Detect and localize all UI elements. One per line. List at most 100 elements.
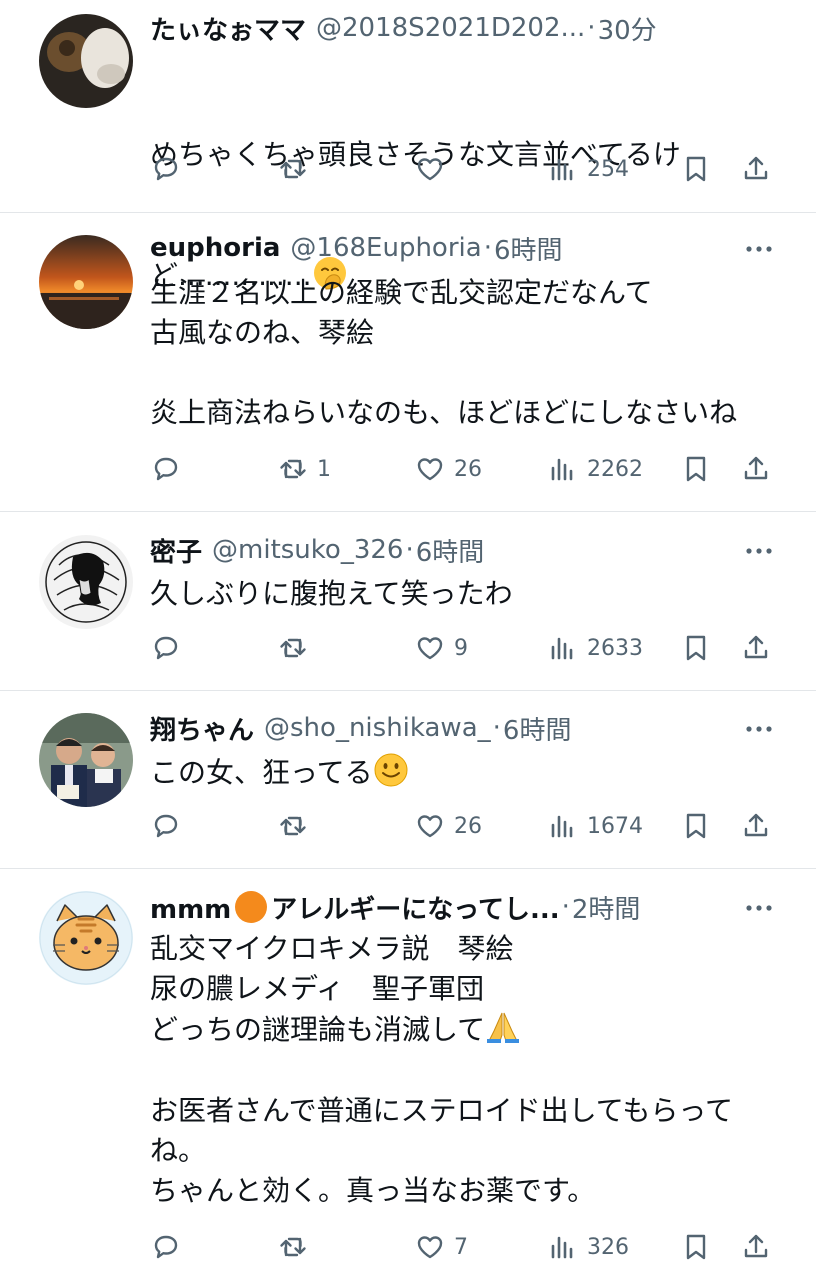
display-name[interactable]: mmm アレルギーになってし... <box>150 889 560 925</box>
more-options-button[interactable] <box>742 232 776 266</box>
heart-icon <box>417 815 443 838</box>
avatar[interactable] <box>39 14 133 108</box>
share-button[interactable] <box>740 1225 772 1269</box>
tweet-text: 久しぶりに腹抱えて笑ったわ <box>150 577 513 610</box>
retweet-icon <box>280 638 306 658</box>
separator-dot: · <box>405 535 414 565</box>
timestamp[interactable]: 6時間 <box>503 710 572 746</box>
separator-dot: · <box>587 13 596 43</box>
reply-button[interactable] <box>150 626 190 670</box>
share-button[interactable] <box>740 626 772 670</box>
avatar[interactable] <box>39 535 133 629</box>
more-icon <box>746 905 772 911</box>
heart-icon <box>417 1236 443 1259</box>
share-icon <box>744 1234 768 1258</box>
views-button[interactable]: 254 <box>547 147 629 191</box>
like-count: 7 <box>454 1234 468 1260</box>
bookmark-icon <box>686 456 706 482</box>
share-button[interactable] <box>740 804 772 848</box>
timestamp[interactable]: 6時間 <box>416 532 485 568</box>
tweet-3[interactable]: 密子 @mitsuko_326 · 6時間 久しぶりに腹抱えて笑ったわ 9 26… <box>0 512 816 690</box>
retweet-icon <box>280 459 306 479</box>
slightly-smiling-face-emoji <box>373 752 409 788</box>
share-button[interactable] <box>740 447 772 491</box>
like-count: 9 <box>454 635 468 661</box>
reply-icon <box>154 814 178 838</box>
like-count: 26 <box>454 813 482 839</box>
like-button[interactable]: 26 <box>414 804 482 848</box>
views-icon <box>551 637 573 660</box>
separator-dot: · <box>492 713 501 743</box>
tweet-text-fragment: この女、狂ってる <box>150 756 373 789</box>
reply-button[interactable] <box>150 447 190 491</box>
more-options-button[interactable] <box>742 534 776 568</box>
retweet-icon <box>280 159 306 179</box>
user-handle[interactable]: @mitsuko_326 <box>212 535 403 565</box>
views-button[interactable]: 1674 <box>547 804 643 848</box>
bookmark-button[interactable] <box>680 447 712 491</box>
retweet-button[interactable] <box>277 147 317 191</box>
bookmark-icon <box>686 1234 706 1260</box>
user-handle[interactable]: @2018S2021D202... <box>316 13 585 43</box>
reply-icon <box>154 457 178 481</box>
tweet-2[interactable]: euphoria @168Euphoria · 6時間 生涯２名以上の経験で乱交… <box>0 213 816 511</box>
tweet-5[interactable]: mmm アレルギーになってし... · 2時間 乱交マイクロキメラ説 琴絵 尿の膿… <box>0 869 816 1280</box>
retweet-button[interactable] <box>277 1225 317 1269</box>
more-options-button[interactable] <box>742 891 776 925</box>
retweet-button[interactable]: 1 <box>277 447 331 491</box>
bookmark-button[interactable] <box>680 626 712 670</box>
reply-icon <box>154 1235 178 1259</box>
reply-button[interactable] <box>150 1225 190 1269</box>
retweet-count: 1 <box>317 456 331 482</box>
retweet-button[interactable] <box>277 804 317 848</box>
tweet-text: 乱交マイクロキメラ説 琴絵 尿の膿レメディ 聖子軍団 どっちの謎理論も消滅して <box>150 929 786 1050</box>
like-button[interactable]: 9 <box>414 626 468 670</box>
views-button[interactable]: 326 <box>547 1225 629 1269</box>
like-button[interactable] <box>414 147 454 191</box>
bookmark-button[interactable] <box>680 147 712 191</box>
more-options-button[interactable] <box>742 712 776 746</box>
reply-icon <box>154 157 178 181</box>
heart-icon <box>417 158 443 181</box>
share-button[interactable] <box>740 147 772 191</box>
orange-circle-emoji <box>235 890 268 923</box>
bookmark-icon <box>686 156 706 182</box>
tweet-1[interactable]: たぃなぉママ @2018S2021D202... · 30分 めちゃくちゃ頭良さ… <box>0 0 816 292</box>
share-icon <box>744 635 768 659</box>
display-name[interactable]: euphoria <box>150 233 280 263</box>
bookmark-button[interactable] <box>680 804 712 848</box>
like-button[interactable]: 26 <box>414 447 482 491</box>
display-name-prefix: mmm <box>150 894 232 925</box>
avatar[interactable] <box>39 235 133 329</box>
more-icon <box>746 548 772 554</box>
display-name[interactable]: たぃなぉママ <box>150 10 306 46</box>
display-name-suffix: アレルギーになってし... <box>271 894 560 925</box>
avatar[interactable] <box>39 891 133 985</box>
avatar[interactable] <box>39 713 133 807</box>
timestamp[interactable]: 30分 <box>598 10 657 46</box>
user-handle[interactable]: @168Euphoria <box>290 233 481 263</box>
views-icon <box>551 158 573 181</box>
reply-icon <box>154 636 178 660</box>
timestamp[interactable]: 6時間 <box>494 230 563 266</box>
tweet-text-paragraph: お医者さんで普通にステロイド出してもらって ね。 ちゃんと効く。真っ当なお薬です… <box>150 1094 733 1207</box>
bookmark-button[interactable] <box>680 1225 712 1269</box>
user-handle[interactable]: @sho_nishikawa_ <box>264 713 491 743</box>
tweet-4[interactable]: 翔ちゃん @sho_nishikawa_ · 6時間 この女、狂ってる 26 1… <box>0 691 816 868</box>
heart-icon <box>417 458 443 481</box>
views-button[interactable]: 2633 <box>547 626 643 670</box>
reply-button[interactable] <box>150 804 190 848</box>
views-icon <box>551 815 573 838</box>
display-name[interactable]: 翔ちゃん <box>150 710 254 746</box>
like-button[interactable]: 7 <box>414 1225 468 1269</box>
share-icon <box>744 456 768 480</box>
view-count: 2262 <box>587 456 643 482</box>
display-name[interactable]: 密子 <box>150 532 202 568</box>
timestamp[interactable]: 2時間 <box>572 889 641 925</box>
retweet-button[interactable] <box>277 626 317 670</box>
view-count: 326 <box>587 1234 629 1260</box>
separator-dot: · <box>483 233 492 263</box>
views-button[interactable]: 2262 <box>547 447 643 491</box>
reply-button[interactable] <box>150 147 190 191</box>
view-count: 2633 <box>587 635 643 661</box>
